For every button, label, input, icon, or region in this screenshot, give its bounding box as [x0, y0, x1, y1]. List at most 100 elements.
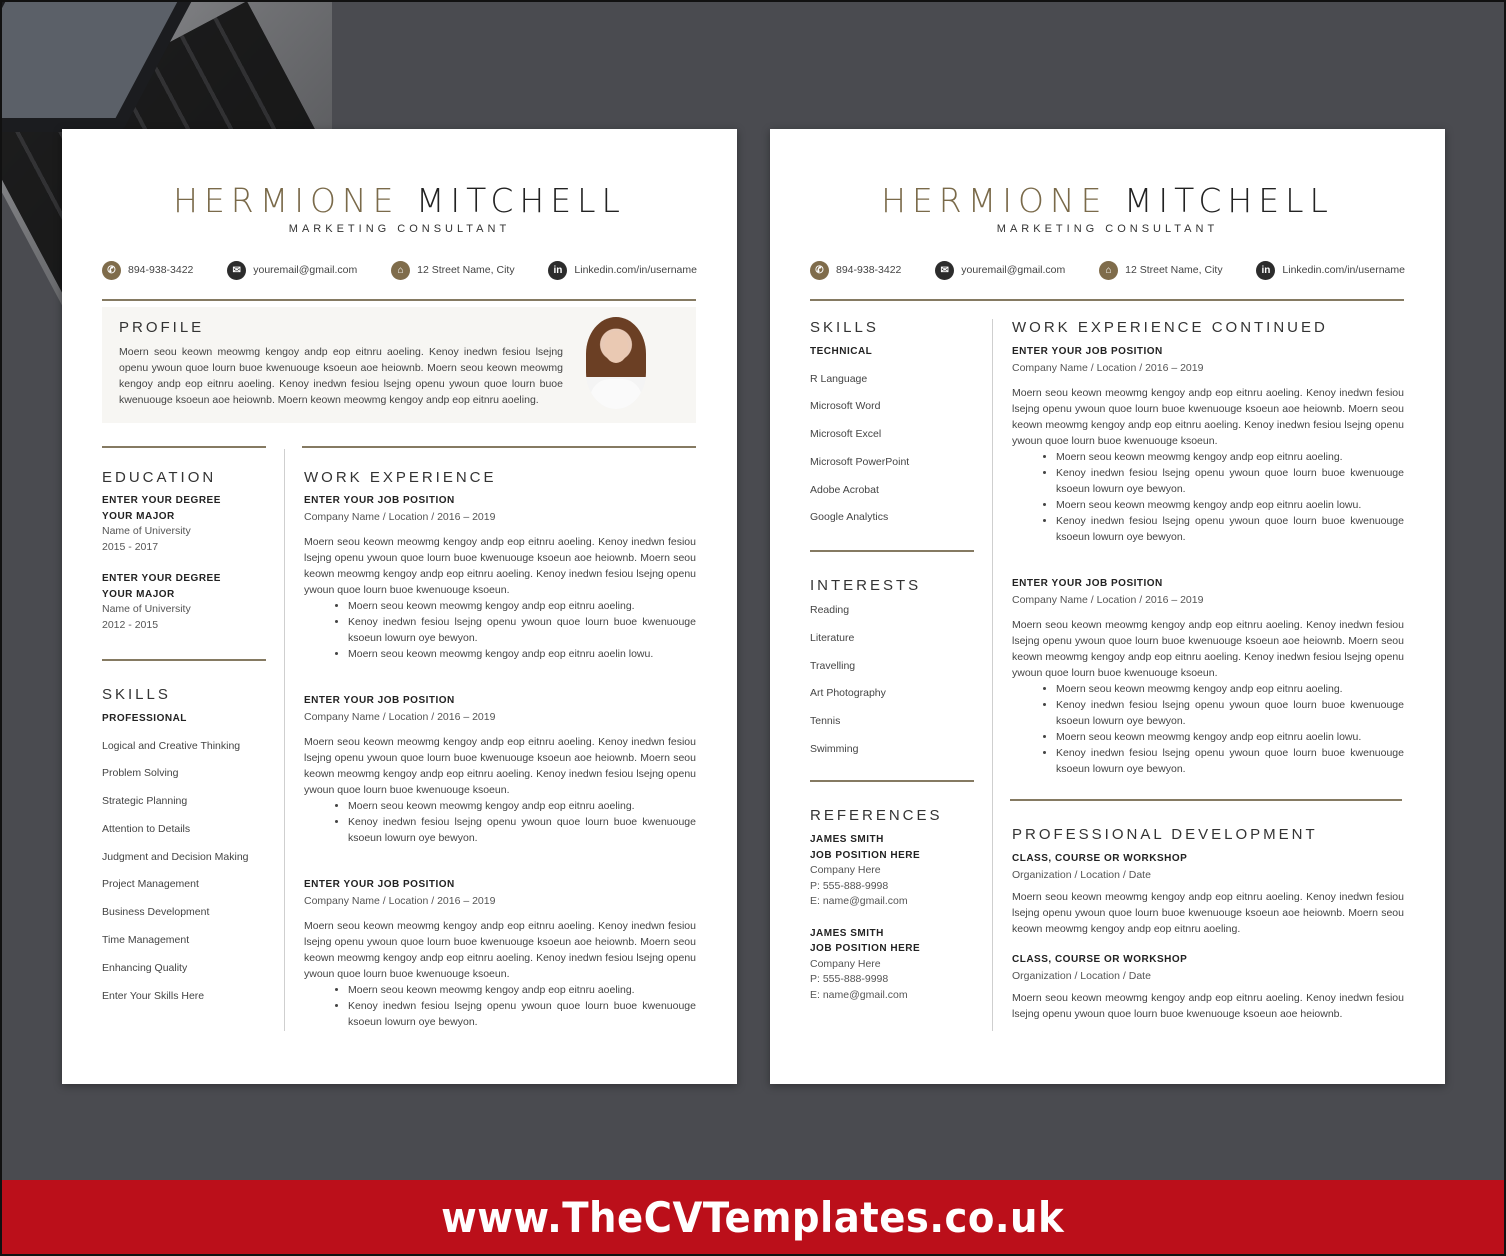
job-entry: ENTER YOUR JOB POSITION Company Name / L… [304, 877, 696, 1030]
job-position: ENTER YOUR JOB POSITION [304, 879, 455, 890]
interest-item: Literature [810, 631, 855, 644]
linkedin-icon: in [548, 260, 568, 280]
profile-text: Moern seou keown meowmg kengoy andp eop … [119, 346, 563, 406]
job-bullets: Moern seou keown meowmg kengoy andp eop … [348, 982, 696, 1030]
contact-text: 12 Street Name, City [1125, 264, 1223, 276]
skill-item: Strategic Planning [102, 795, 188, 808]
job-company: Company Name / Location / 2016 – 2019 [304, 894, 496, 907]
job-bullet: Kenoy inedwn fesiou lsejng openu ywoun q… [348, 998, 696, 1030]
skill-item: Google Analytics [810, 511, 889, 524]
job-bullet: Moern seou keown meowmg kengoy andp eop … [348, 798, 696, 814]
contact-address: ⌂ 12 Street Name, City [1099, 260, 1223, 280]
job-bullet: Kenoy inedwn fesiou lsejng openu ywoun q… [1056, 465, 1404, 497]
first-name: HERMIONE [173, 181, 400, 220]
degree: ENTER YOUR DEGREE [102, 495, 221, 506]
contact-text: youremail@gmail.com [253, 264, 358, 276]
website-url[interactable]: www.TheCVTemplates.co.uk [441, 1193, 1064, 1242]
profile-photo [586, 317, 646, 409]
section-title-work: WORK EXPERIENCE [304, 469, 497, 486]
contact-text: Linkedin.com/in/username [574, 264, 697, 276]
reference-item: JAMES SMITH JOB POSITION HERE Company He… [810, 926, 980, 1004]
section-title-skills: SKILLS [810, 319, 879, 336]
column-divider [992, 319, 993, 1031]
job-position: ENTER YOUR JOB POSITION [1012, 346, 1163, 357]
major: YOUR MAJOR [102, 588, 175, 600]
job-bullet: Kenoy inedwn fesiou lsejng openu ywoun q… [1056, 697, 1404, 729]
reference-company: Company Here [810, 957, 881, 970]
job-bullet: Kenoy inedwn fesiou lsejng openu ywoun q… [348, 814, 696, 846]
university: Name of University [102, 525, 191, 537]
job-description: Moern seou keown meowmg kengoy andp eop … [304, 735, 696, 796]
contact-text: Linkedin.com/in/username [1282, 264, 1405, 276]
photo-face [604, 331, 628, 363]
reference-position: JOB POSITION HERE [810, 943, 921, 954]
resume-page-2: HERMIONE MITCHELL MARKETING CONSULTANT ✆… [770, 129, 1445, 1084]
education-list: ENTER YOUR DEGREE YOUR MAJOR Name of Uni… [102, 493, 272, 633]
divider [810, 780, 974, 782]
course-description: Moern seou keown meowmg kengoy andp eop … [1012, 890, 1404, 935]
home-icon: ⌂ [391, 260, 411, 280]
skill-item: Microsoft Excel [810, 428, 882, 441]
skill-item: Logical and Creative Thinking [102, 739, 241, 752]
course-title: CLASS, COURSE OR WORKSHOP [1012, 954, 1188, 965]
job-position: ENTER YOUR JOB POSITION [1012, 578, 1163, 589]
job-company: Company Name / Location / 2016 – 2019 [304, 510, 496, 523]
linkedin-icon: in [1256, 260, 1276, 280]
resume-name: HERMIONE MITCHELL [770, 181, 1445, 220]
photo-shirt [590, 379, 642, 409]
reference-name: JAMES SMITH [810, 927, 884, 939]
contact-text: 12 Street Name, City [417, 264, 515, 276]
website-banner: www.TheCVTemplates.co.uk [2, 1180, 1504, 1254]
reference-email: E: name@gmail.com [810, 988, 908, 1001]
divider [302, 446, 696, 448]
reference-position: JOB POSITION HERE [810, 849, 921, 861]
resume-page-1: HERMIONE MITCHELL MARKETING CONSULTANT ✆… [62, 129, 737, 1084]
contact-bar: ✆ 894-938-3422 ✉ youremail@gmail.com ⌂ 1… [810, 260, 1405, 280]
home-icon: ⌂ [1099, 260, 1119, 280]
skills-subtitle: PROFESSIONAL [102, 713, 187, 724]
contact-email: ✉ youremail@gmail.com [227, 260, 358, 280]
contact-phone: ✆ 894-938-3422 [102, 260, 193, 280]
skills-subtitle: TECHNICAL [810, 346, 873, 357]
job-entry: ENTER YOUR JOB POSITION Company Name / L… [1012, 344, 1404, 545]
skill-item: Project Management [102, 878, 199, 891]
job-bullet: Kenoy inedwn fesiou lsejng openu ywoun q… [1056, 745, 1404, 777]
column-divider [284, 449, 285, 1031]
course-entry: CLASS, COURSE OR WORKSHOP Organization /… [1012, 851, 1404, 937]
skill-item: Problem Solving [102, 767, 179, 780]
contact-phone: ✆ 894-938-3422 [810, 260, 901, 280]
technical-skills-list: TECHNICAL R Language Microsoft Word Micr… [810, 344, 980, 538]
skill-item: Microsoft Word [810, 400, 881, 413]
job-bullet: Kenoy inedwn fesiou lsejng openu ywoun q… [1056, 513, 1404, 545]
skill-item: Attention to Details [102, 822, 191, 835]
divider [102, 299, 696, 301]
job-bullet: Moern seou keown meowmg kengoy andp eop … [1056, 681, 1404, 697]
course-organization: Organization / Location / Date [1012, 969, 1151, 982]
section-title-profile: PROFILE [119, 319, 205, 336]
reference-company: Company Here [810, 864, 881, 876]
job-entry: ENTER YOUR JOB POSITION Company Name / L… [1012, 576, 1404, 777]
job-position: ENTER YOUR JOB POSITION [304, 495, 455, 506]
references-list: JAMES SMITH JOB POSITION HERE Company He… [810, 832, 980, 1003]
section-title-skills: SKILLS [102, 686, 171, 703]
resume-name: HERMIONE MITCHELL [62, 181, 737, 220]
reference-item: JAMES SMITH JOB POSITION HERE Company He… [810, 832, 980, 910]
interests-list: Reading Literature Travelling Art Photog… [810, 603, 980, 770]
degree: ENTER YOUR DEGREE [102, 573, 221, 584]
skill-item: R Language [810, 372, 868, 385]
job-bullets: Moern seou keown meowmg kengoy andp eop … [348, 598, 696, 662]
interest-item: Tennis [810, 715, 841, 728]
contact-linkedin: in Linkedin.com/in/username [1256, 260, 1405, 280]
last-name: MITCHELL [1123, 181, 1334, 220]
contact-linkedin: in Linkedin.com/in/username [548, 260, 697, 280]
major: YOUR MAJOR [102, 510, 175, 522]
job-title: MARKETING CONSULTANT [288, 223, 511, 235]
contact-bar: ✆ 894-938-3422 ✉ youremail@gmail.com ⌂ 1… [102, 260, 697, 280]
job-title: MARKETING CONSULTANT [996, 223, 1219, 235]
education-item: ENTER YOUR DEGREE YOUR MAJOR Name of Uni… [102, 493, 272, 555]
first-name: HERMIONE [881, 181, 1108, 220]
job-bullets: Moern seou keown meowmg kengoy andp eop … [1056, 681, 1404, 777]
divider [810, 550, 974, 552]
job-bullet: Kenoy inedwn fesiou lsejng openu ywoun q… [348, 614, 696, 646]
job-bullet: Moern seou keown meowmg kengoy andp eop … [348, 598, 696, 614]
